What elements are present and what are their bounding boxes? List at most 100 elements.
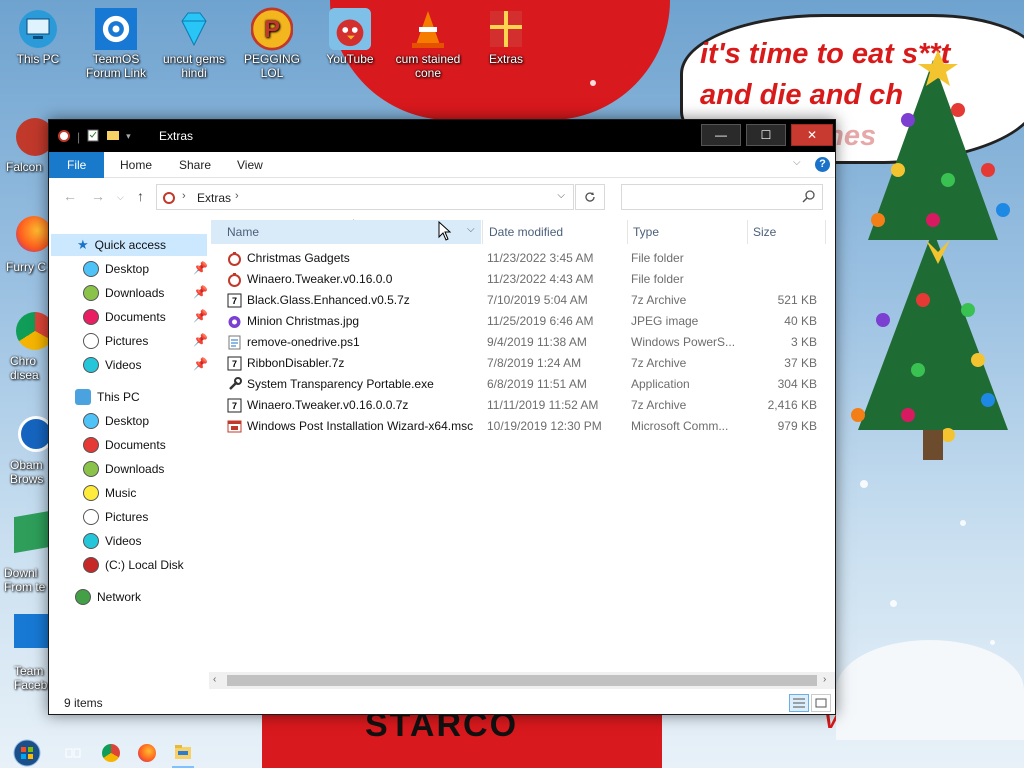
desktop-icon-youtube[interactable]: YouTube (312, 8, 388, 66)
nav-pc-music[interactable]: Music (83, 482, 203, 504)
nav-pc-pictures[interactable]: Pictures (83, 506, 203, 528)
file-row[interactable]: 7 Winaero.Tweaker.v0.16.0.0.7z 11/11/201… (227, 395, 827, 416)
pictures-ornament-icon (83, 333, 99, 349)
search-box[interactable] (621, 184, 823, 210)
file-size: 40 KB (784, 314, 817, 328)
archive-icon: 7 (227, 398, 242, 413)
file-row[interactable]: Minion Christmas.jpg 11/25/2019 6:46 AM … (227, 311, 827, 332)
nav-label: Videos (105, 358, 142, 372)
column-header-type[interactable]: Type (633, 220, 659, 244)
tab-view[interactable]: View (223, 152, 277, 178)
maximize-button[interactable]: ☐ (746, 124, 786, 146)
details-view-button[interactable] (789, 694, 809, 712)
file-row[interactable]: Windows Post Installation Wizard-x64.msc… (227, 416, 827, 437)
taskbar-chrome[interactable] (100, 742, 122, 764)
window-title: Extras (159, 129, 194, 143)
desktop-icon-cone[interactable]: cum stained cone (390, 8, 466, 80)
details-view-icon (793, 698, 805, 708)
folder-ornament-icon (228, 273, 241, 287)
properties-icon[interactable] (86, 128, 100, 145)
file-row[interactable]: Christmas Gadgets 11/23/2022 3:45 AM Fil… (227, 248, 827, 269)
file-row[interactable]: 7 RibbonDisabler.7z 7/8/2019 1:24 AM 7z … (227, 353, 827, 374)
tab-file[interactable]: File (49, 152, 105, 178)
nav-pc-downloads[interactable]: Downloads (83, 458, 203, 480)
refresh-button[interactable] (575, 184, 605, 210)
desktop-icon-label: cum stained cone (395, 52, 461, 80)
large-icons-view-button[interactable] (811, 694, 831, 712)
downloads-ornament-icon (83, 285, 99, 301)
nav-quick-videos[interactable]: Videos (83, 354, 203, 376)
column-separator[interactable] (482, 220, 483, 244)
address-bar[interactable]: › Extras › ⌵ (156, 184, 574, 210)
tab-home[interactable]: Home (106, 152, 166, 178)
task-view-button[interactable] (62, 742, 84, 764)
nav-this-pc[interactable]: This PC (75, 386, 205, 408)
minimize-button[interactable]: — (701, 124, 741, 146)
nav-quick-pictures[interactable]: Pictures (83, 330, 203, 352)
recent-locations-button[interactable]: ⌵ (117, 192, 124, 203)
horizontal-scrollbar[interactable]: ‹ › (209, 672, 835, 689)
pin-icon: 📌 (193, 333, 208, 347)
nav-pc-desktop[interactable]: Desktop (83, 410, 203, 432)
scroll-left-icon[interactable]: ‹ (213, 674, 216, 685)
address-dropdown-icon[interactable]: ⌵ (557, 190, 565, 201)
desktop-icon-pegging[interactable]: P PEGGING LOL (234, 7, 310, 80)
scroll-right-icon[interactable]: › (823, 674, 826, 685)
new-folder-icon[interactable] (106, 128, 120, 145)
nav-pc-local-disk[interactable]: (C:) Local Disk (83, 554, 203, 576)
column-separator[interactable] (747, 220, 748, 244)
column-separator[interactable] (825, 220, 826, 244)
tab-share[interactable]: Share (165, 152, 225, 178)
customize-dropdown-icon[interactable]: ▾ (126, 131, 131, 142)
nav-quick-desktop[interactable]: Desktop (83, 258, 203, 280)
desktop-icon-extras[interactable]: Extras (468, 8, 544, 66)
taskbar-firefox[interactable] (136, 742, 158, 764)
breadcrumb-extras[interactable]: Extras (197, 191, 231, 205)
gear-icon (14, 614, 48, 648)
back-button[interactable]: ← (63, 188, 77, 204)
nav-quick-downloads[interactable]: Downloads (83, 282, 203, 304)
title-bar[interactable]: | ▾ Extras — ☐ ✕ (49, 120, 835, 152)
desktop-icon-teamos[interactable]: TeamOS Forum Link (78, 8, 154, 80)
column-dropdown-icon[interactable]: ⌵ (467, 224, 475, 235)
nav-label: (C:) Local Disk (105, 558, 184, 572)
nav-quick-documents[interactable]: Documents (83, 306, 203, 328)
file-date: 11/23/2022 3:45 AM (487, 251, 594, 265)
large-icons-view-icon (815, 698, 827, 708)
desktop-icon-this-pc[interactable]: This PC (0, 8, 76, 66)
nav-label: Documents (105, 438, 166, 452)
local-disk-icon (83, 557, 99, 573)
column-header-date[interactable]: Date modified (489, 220, 563, 244)
file-row[interactable]: System Transparency Portable.exe 6/8/201… (227, 374, 827, 395)
column-header-size[interactable]: Size (753, 220, 776, 244)
nav-quick-access[interactable]: ★ Quick access (51, 234, 207, 256)
downloads-ornament-icon (83, 461, 99, 477)
scrollbar-thumb[interactable] (227, 675, 817, 686)
snow-flake (990, 640, 995, 645)
image-icon (228, 316, 241, 328)
breadcrumb-separator-icon[interactable]: › (235, 190, 239, 202)
nav-label: Desktop (105, 414, 150, 428)
column-separator[interactable] (627, 220, 628, 244)
desktop-icon-uncut-gems[interactable]: uncut gems hindi (156, 8, 232, 80)
help-icon[interactable]: ? (815, 157, 830, 172)
file-row[interactable]: Winaero.Tweaker.v0.16.0.0 11/23/2022 4:4… (227, 269, 827, 290)
archive-icon: 7 (227, 293, 242, 308)
nav-pc-documents[interactable]: Documents (83, 434, 203, 456)
search-input[interactable] (628, 185, 798, 209)
forward-button[interactable]: → (91, 188, 105, 204)
file-row[interactable]: remove-onedrive.ps1 9/4/2019 11:38 AM Wi… (227, 332, 827, 353)
svg-text:7: 7 (232, 401, 237, 411)
file-row[interactable]: 7 Black.Glass.Enhanced.v0.5.7z 7/10/2019… (227, 290, 827, 311)
monitor-icon (17, 8, 59, 50)
close-button[interactable]: ✕ (791, 124, 833, 146)
breadcrumb-separator-icon[interactable]: › (182, 190, 186, 202)
start-button[interactable] (10, 738, 44, 768)
expand-ribbon-icon[interactable]: ⌵ (793, 157, 801, 168)
taskbar-file-explorer[interactable] (172, 738, 194, 768)
up-button[interactable]: ↑ (137, 188, 144, 204)
nav-network[interactable]: Network (75, 586, 205, 608)
quick-access-toolbar: | ▾ (57, 128, 131, 145)
nav-pc-videos[interactable]: Videos (83, 530, 203, 552)
desktop-icon-download[interactable]: Downl From te (4, 510, 54, 594)
